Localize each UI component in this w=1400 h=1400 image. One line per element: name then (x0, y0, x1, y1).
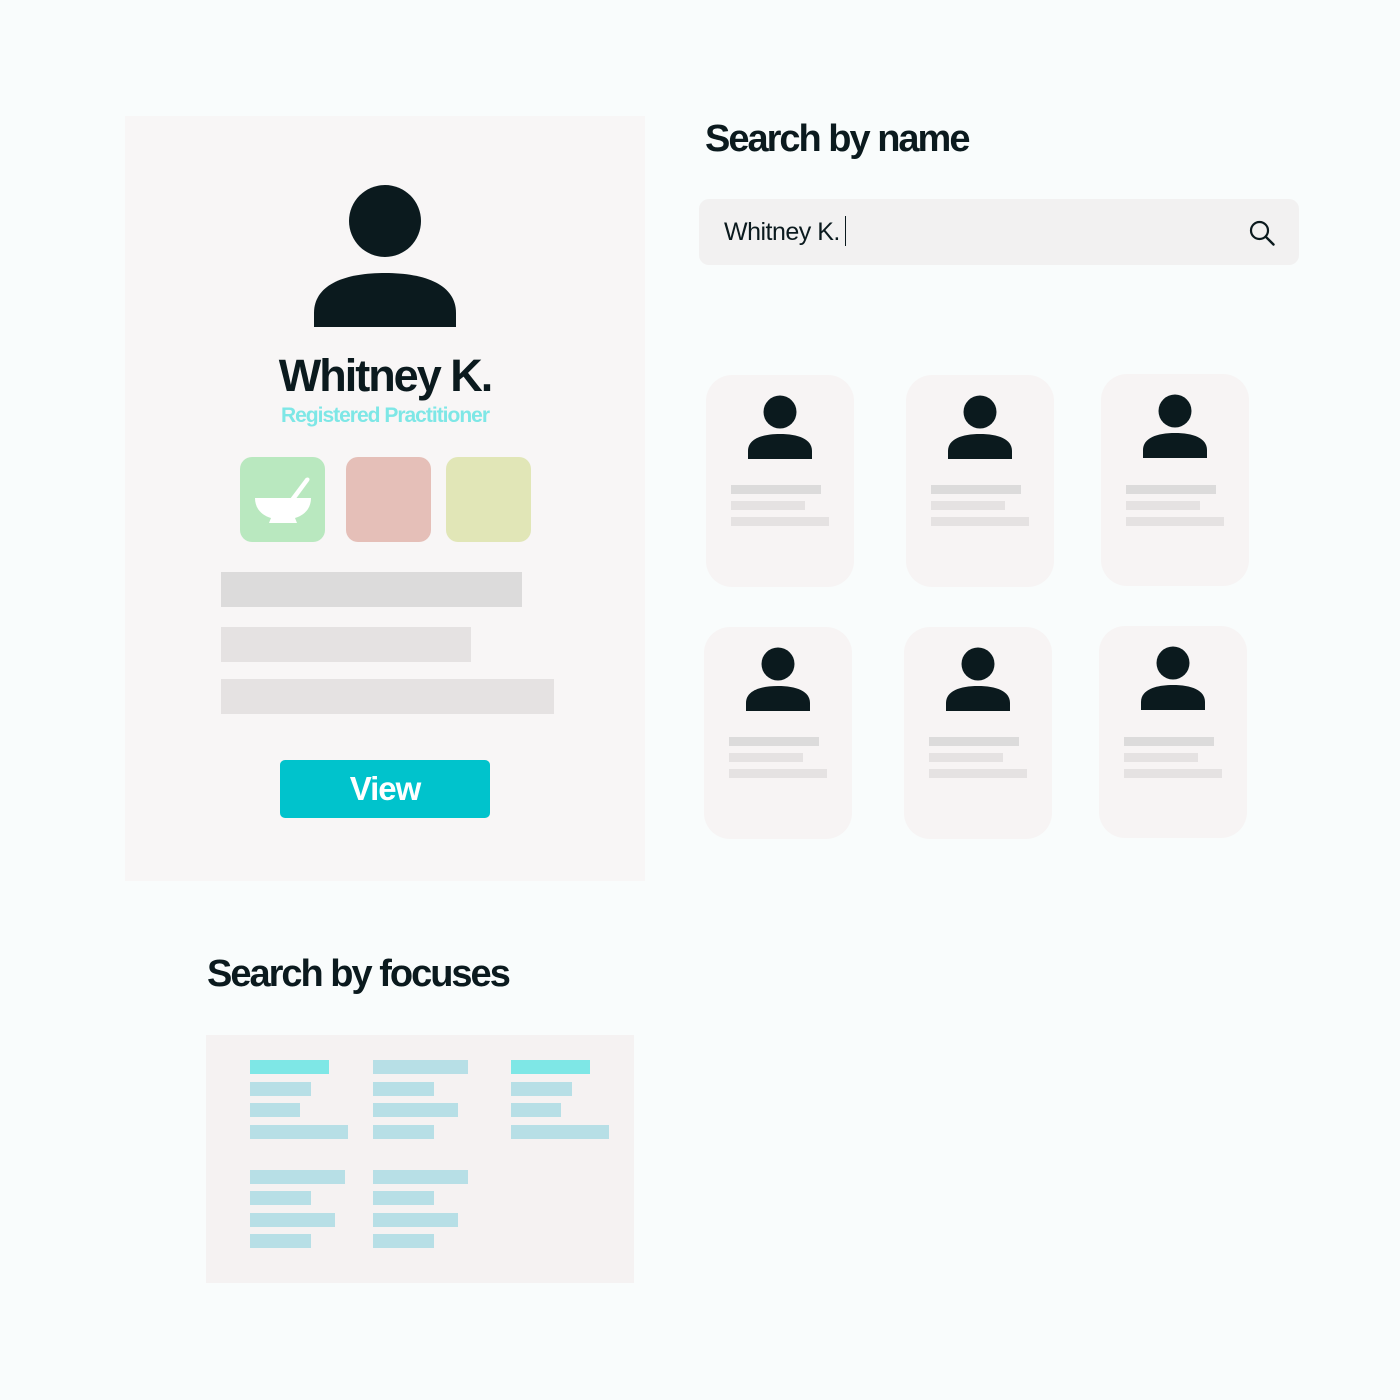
avatar-icon (1141, 646, 1205, 710)
placeholder-line (729, 769, 827, 778)
avatar-icon (746, 647, 810, 711)
practitioner-result-card[interactable] (1101, 374, 1249, 586)
focus-option[interactable] (373, 1234, 434, 1248)
placeholder-line (221, 679, 554, 714)
text-caret (844, 216, 847, 246)
view-button[interactable]: View (280, 760, 490, 818)
avatar-icon (1143, 394, 1207, 458)
search-input[interactable]: Whitney K. (699, 199, 1299, 265)
avatar-icon (946, 647, 1010, 711)
focus-option[interactable] (373, 1170, 468, 1184)
placeholder-line (929, 753, 1003, 762)
focus-option[interactable] (373, 1103, 458, 1117)
focus-tile[interactable] (446, 457, 531, 542)
placeholder-line (731, 485, 821, 494)
focus-option[interactable] (373, 1191, 434, 1205)
focus-option[interactable] (250, 1170, 345, 1184)
placeholder-line (931, 501, 1005, 510)
practitioner-result-card[interactable] (706, 375, 854, 587)
focus-tile-herbal[interactable] (240, 457, 325, 542)
search-icon[interactable] (1248, 219, 1276, 247)
focus-option[interactable] (250, 1191, 311, 1205)
focus-option[interactable] (250, 1103, 300, 1117)
focus-option[interactable] (250, 1213, 335, 1227)
placeholder-line (1124, 753, 1198, 762)
focus-option[interactable] (373, 1125, 434, 1139)
search-by-focuses-heading: Search by focuses (207, 953, 511, 995)
placeholder-line (731, 501, 805, 510)
practitioner-result-card[interactable] (704, 627, 852, 839)
focus-option[interactable] (373, 1082, 434, 1096)
focus-option[interactable] (250, 1234, 311, 1248)
avatar-icon (314, 185, 456, 327)
avatar-icon (948, 395, 1012, 459)
focus-option[interactable] (250, 1125, 348, 1139)
practitioner-role: Registered Practitioner (280, 404, 490, 427)
practitioner-result-card[interactable] (1099, 626, 1247, 838)
search-by-name-heading: Search by name (705, 118, 970, 160)
mortar-pestle-icon (255, 477, 311, 523)
focus-option[interactable] (511, 1082, 572, 1096)
placeholder-line (1126, 485, 1216, 494)
focus-option[interactable] (250, 1082, 311, 1096)
placeholder-line (1126, 501, 1200, 510)
focus-option[interactable] (373, 1060, 468, 1074)
search-input-value[interactable]: Whitney K. (724, 216, 847, 247)
avatar-icon (748, 395, 812, 459)
placeholder-line (731, 517, 829, 526)
practitioner-result-card[interactable] (906, 375, 1054, 587)
focus-options-panel (206, 1035, 634, 1283)
placeholder-line (931, 485, 1021, 494)
focus-category-heading[interactable] (250, 1060, 329, 1074)
placeholder-line (1126, 517, 1224, 526)
placeholder-line (729, 737, 819, 746)
practitioner-name: Whitney K. (278, 350, 494, 401)
placeholder-line (929, 769, 1027, 778)
placeholder-line (1124, 769, 1222, 778)
focus-category-heading[interactable] (511, 1060, 590, 1074)
focus-tile[interactable] (346, 457, 431, 542)
focus-option[interactable] (511, 1125, 609, 1139)
placeholder-line (729, 753, 803, 762)
focus-option[interactable] (373, 1213, 458, 1227)
placeholder-line (929, 737, 1019, 746)
profile-card: Whitney K. Registered Practitioner View (125, 116, 645, 881)
placeholder-line (931, 517, 1029, 526)
placeholder-line (221, 627, 471, 662)
focus-option[interactable] (511, 1103, 561, 1117)
placeholder-line (221, 572, 522, 607)
placeholder-line (1124, 737, 1214, 746)
practitioner-result-card[interactable] (904, 627, 1052, 839)
